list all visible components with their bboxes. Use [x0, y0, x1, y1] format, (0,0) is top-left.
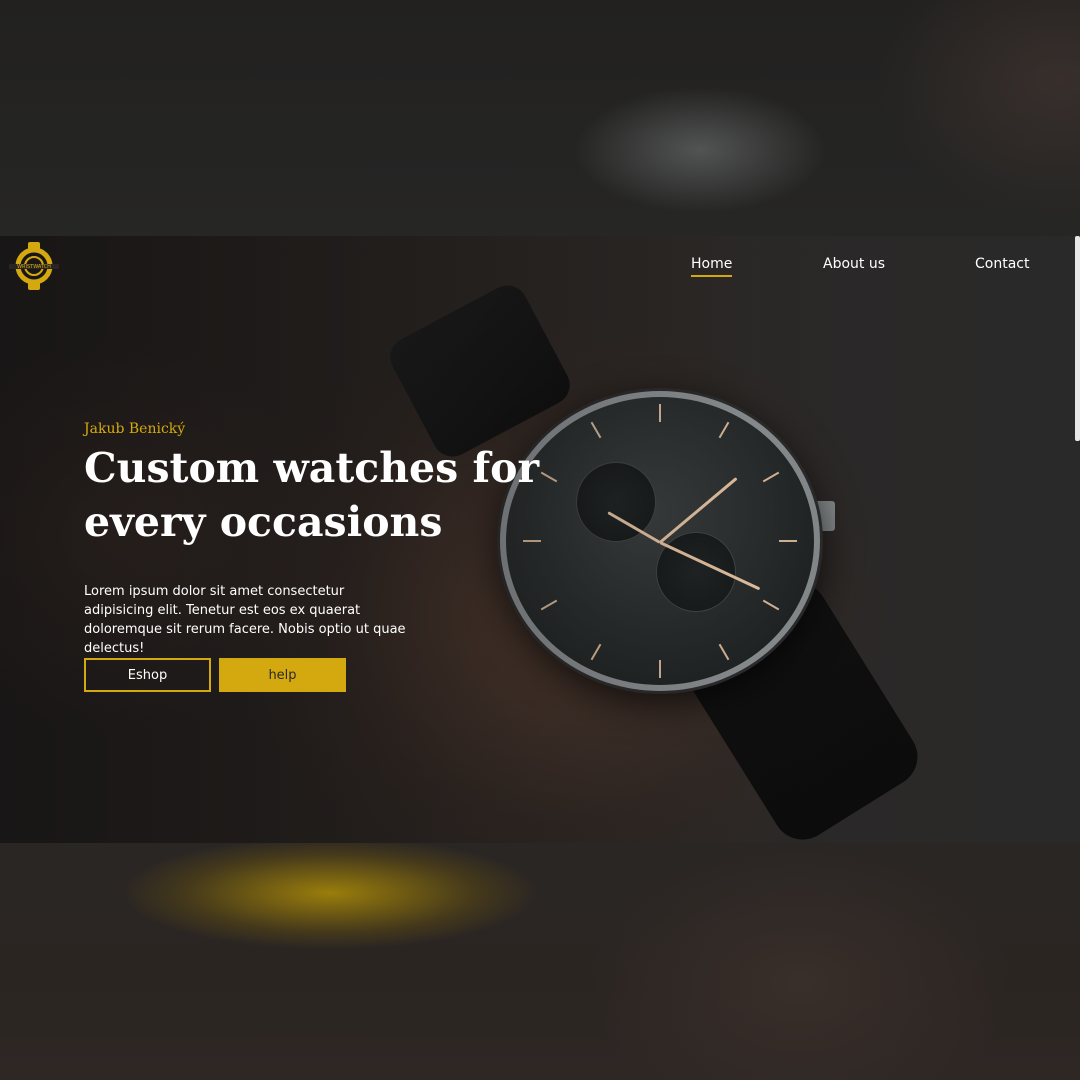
blurred-backdrop-top: [0, 0, 1080, 236]
nav-item-home[interactable]: Home: [691, 256, 733, 277]
hero-description: Lorem ipsum dolor sit amet consectetur a…: [84, 584, 406, 656]
page-title: Custom watches for every occasions: [84, 444, 540, 546]
help-button[interactable]: help: [219, 658, 346, 692]
blurred-backdrop-bottom: [0, 843, 1080, 1080]
eshop-button[interactable]: Eshop: [84, 658, 211, 692]
hero-section: WRISTWATCH Home About us Contact Jakub B…: [0, 236, 1080, 843]
scrollbar-thumb[interactable]: [1075, 236, 1080, 441]
author-name: Jakub Benický: [84, 421, 186, 437]
nav-item-contact[interactable]: Contact: [975, 256, 1029, 275]
main-nav: Home About us Contact: [0, 256, 1080, 286]
nav-item-about-us[interactable]: About us: [823, 256, 885, 275]
